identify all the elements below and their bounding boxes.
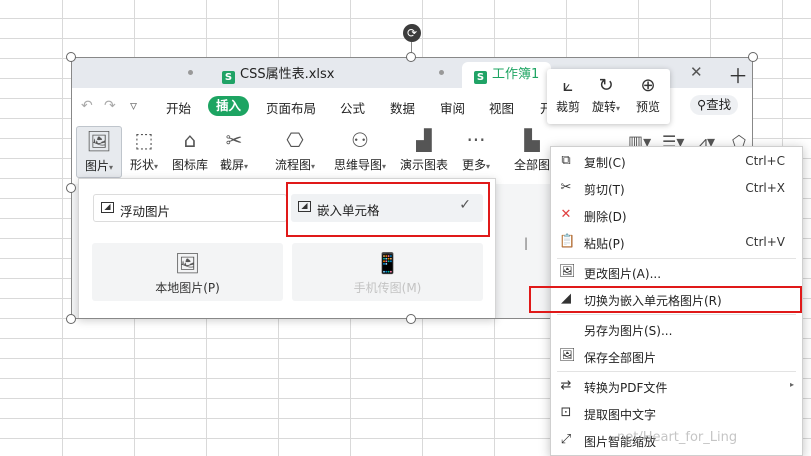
ctx-convert-pdf-label: 转换为PDF文件 bbox=[584, 381, 668, 395]
chevron-down-icon: ▾ bbox=[616, 104, 621, 113]
ctx-cut-label: 剪切(T) bbox=[584, 183, 625, 197]
resize-handle-top[interactable] bbox=[406, 52, 416, 62]
ctx-cut[interactable]: ✂ 剪切(T) Ctrl+X bbox=[551, 176, 802, 202]
ctx-paste-shortcut: Ctrl+V bbox=[745, 235, 785, 249]
ctx-save-as-picture[interactable]: 另存为图片(S)... bbox=[551, 317, 802, 343]
extract-text-icon: ⊡ bbox=[560, 405, 572, 420]
preview-label: 预览 bbox=[635, 100, 660, 114]
save-all-icon: 🖼 bbox=[559, 348, 576, 363]
ctx-copy-label: 复制(C) bbox=[584, 156, 626, 170]
image-quick-toolbar: ⟀ 裁剪 ↻ 旋转▾ ⊕ 预览 bbox=[547, 69, 670, 124]
change-picture-icon: 🖼 bbox=[559, 264, 576, 279]
ctx-copy-shortcut: Ctrl+C bbox=[745, 154, 785, 168]
ctx-delete[interactable]: ✕ 删除(D) bbox=[551, 203, 802, 229]
ctx-save-all-pictures[interactable]: 🖼 保存全部图片 bbox=[551, 344, 802, 370]
ctx-paste[interactable]: 📋 粘贴(P) Ctrl+V bbox=[551, 230, 802, 256]
resize-handle-top-left[interactable] bbox=[66, 52, 76, 62]
zoom-in-icon: ⊕ bbox=[640, 75, 656, 96]
rotate-button[interactable]: ↻ 旋转▾ bbox=[587, 74, 625, 115]
ctx-change-picture[interactable]: 🖼 更改图片(A)... bbox=[551, 260, 802, 286]
resize-handle-top-right[interactable] bbox=[748, 52, 758, 62]
pdf-icon: ⇄ bbox=[560, 378, 572, 393]
resize-handle-bottom[interactable] bbox=[406, 314, 416, 324]
preview-button[interactable]: ⊕ 预览 bbox=[629, 74, 667, 115]
ctx-convert-pdf[interactable]: ⇄ 转换为PDF文件 ▸ bbox=[551, 374, 802, 400]
watermark-text: net/Heart_for_Ling bbox=[617, 430, 738, 445]
rotate-handle[interactable]: ⟳ bbox=[403, 24, 421, 42]
rotate-icon: ↻ bbox=[598, 75, 614, 96]
ctx-paste-label: 粘贴(P) bbox=[584, 237, 625, 251]
crop-icon: ⟀ bbox=[562, 75, 574, 96]
crop-label: 裁剪 bbox=[555, 100, 580, 114]
copy-icon: ⧉ bbox=[561, 153, 571, 168]
ctx-separator bbox=[557, 314, 796, 315]
ctx-extract-text[interactable]: ⊡ 提取图中文字 bbox=[551, 401, 802, 427]
chevron-right-icon: ▸ bbox=[789, 380, 794, 389]
delete-icon: ✕ bbox=[560, 207, 572, 222]
smart-zoom-icon: ⤢ bbox=[560, 432, 572, 447]
ctx-save-as-picture-label: 另存为图片(S)... bbox=[584, 324, 673, 338]
highlight-embed-menu-item bbox=[529, 286, 802, 313]
ctx-copy[interactable]: ⧉ 复制(C) Ctrl+C bbox=[551, 149, 802, 175]
ctx-separator bbox=[557, 371, 796, 372]
paste-icon: 📋 bbox=[559, 234, 576, 249]
resize-handle-bottom-left[interactable] bbox=[66, 314, 76, 324]
ctx-separator bbox=[557, 258, 796, 259]
ctx-change-picture-label: 更改图片(A)... bbox=[584, 267, 662, 281]
rotate-label: 旋转 bbox=[591, 100, 616, 114]
crop-button[interactable]: ⟀ 裁剪 bbox=[549, 74, 587, 115]
ctx-delete-label: 删除(D) bbox=[584, 210, 627, 224]
ctx-extract-text-label: 提取图中文字 bbox=[584, 408, 657, 422]
resize-handle-left[interactable] bbox=[66, 183, 76, 193]
ctx-cut-shortcut: Ctrl+X bbox=[745, 181, 785, 195]
ctx-save-all-pictures-label: 保存全部图片 bbox=[584, 351, 657, 365]
cut-icon: ✂ bbox=[560, 180, 572, 195]
